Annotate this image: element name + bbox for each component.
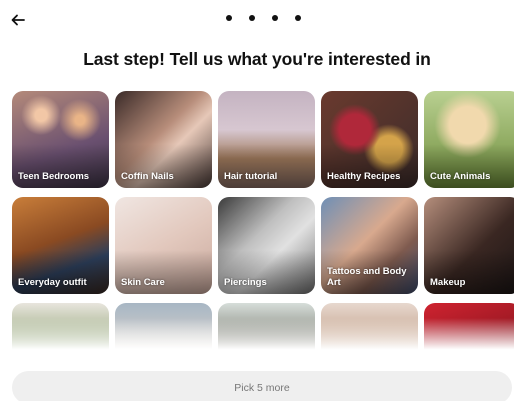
topic-label: Hair tutorial	[224, 171, 278, 182]
topic-label: Cute Animals	[430, 171, 491, 182]
topic-label: Makeup	[430, 277, 466, 288]
progress-dot	[295, 15, 301, 21]
topic-tile-cute-animals[interactable]: Cute Animals	[424, 91, 514, 188]
topic-label: Teen Bedrooms	[18, 171, 90, 182]
interest-picker-screen: Last step! Tell us what you're intereste…	[0, 0, 514, 401]
topic-tile-makeup[interactable]: Makeup	[424, 197, 514, 294]
topic-tile-hair-tutorial[interactable]: Hair tutorial	[218, 91, 315, 188]
topic-label: Skin Care	[121, 277, 165, 288]
top-bar	[0, 0, 514, 40]
arrow-left-icon	[11, 14, 25, 26]
pick-more-button[interactable]: Pick 5 more	[12, 371, 512, 401]
topic-label: Everyday outfit	[18, 277, 87, 288]
topic-tile-tattoos-and-body-art[interactable]: Tattoos and Body Art	[321, 197, 418, 294]
topic-label: Coffin Nails	[121, 171, 174, 182]
page-title: Last step! Tell us what you're intereste…	[83, 49, 431, 69]
topic-label: Piercings	[224, 277, 267, 288]
topic-tile-teen-bedrooms[interactable]: Teen Bedrooms	[12, 91, 109, 188]
topic-tile-piercings[interactable]: Piercings	[218, 197, 315, 294]
progress-dots	[226, 15, 301, 21]
progress-dot	[272, 15, 278, 21]
progress-dot	[226, 15, 232, 21]
topic-label: Tattoos and Body Art	[327, 266, 407, 288]
back-button[interactable]	[6, 8, 30, 32]
topic-tile-coffin-nails[interactable]: Coffin Nails	[115, 91, 212, 188]
topic-tile-skin-care[interactable]: Skin Care	[115, 197, 212, 294]
topic-label: Healthy Recipes	[327, 171, 401, 182]
progress-dot	[249, 15, 255, 21]
topic-tile-everyday-outfit[interactable]: Everyday outfit	[12, 197, 109, 294]
topic-tile-healthy-recipes[interactable]: Healthy Recipes	[321, 91, 418, 188]
